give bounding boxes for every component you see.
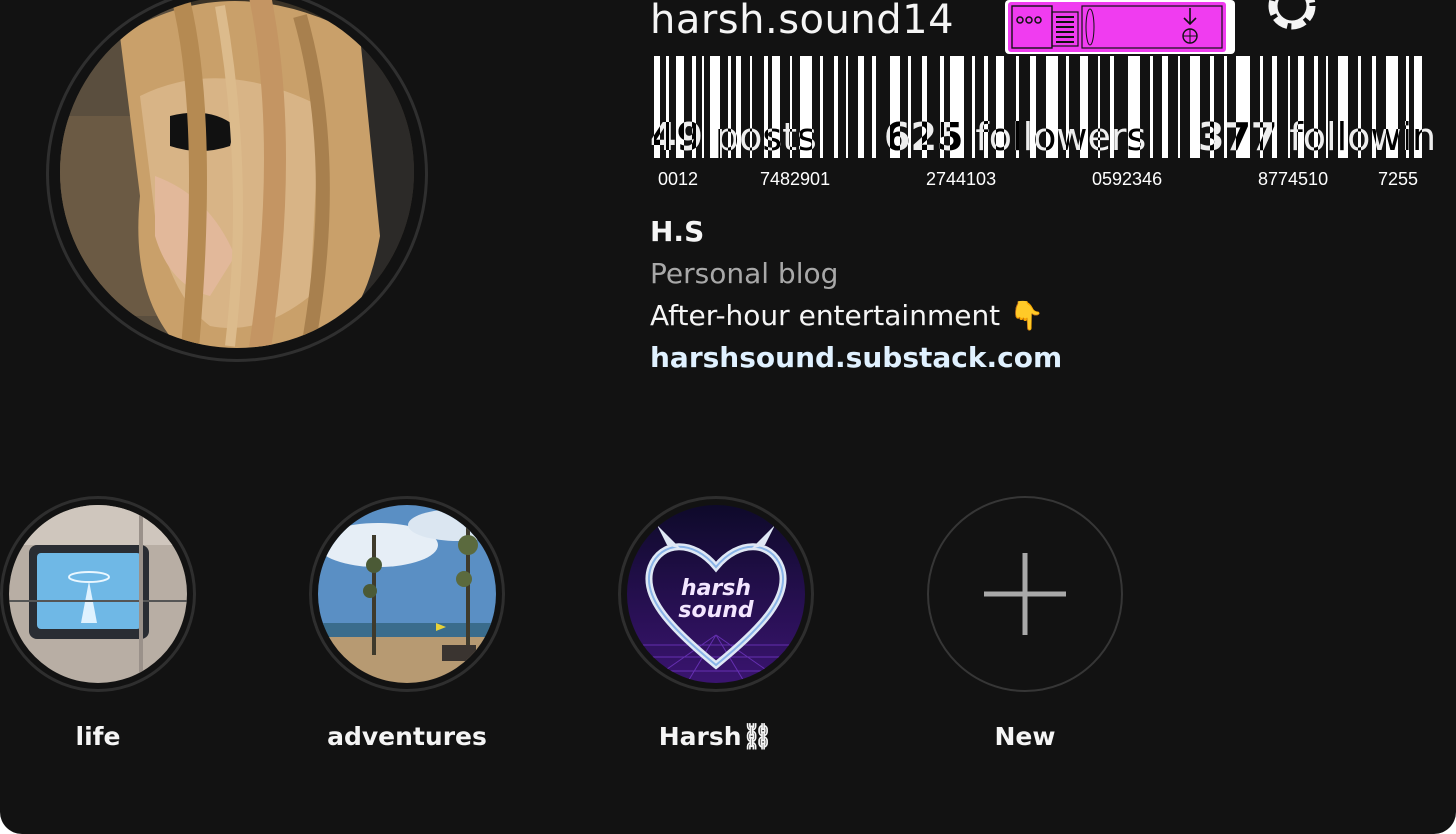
following-count: 377 <box>1198 115 1278 159</box>
barcode-number: 2744103 <box>926 169 997 189</box>
stat-posts[interactable]: 49 posts <box>650 112 817 162</box>
profile-stats: 49 posts 625 followers 377 followin <box>650 112 1436 162</box>
gear-icon[interactable] <box>1264 0 1320 38</box>
barcode-numbers: 0012 7482901 2744103 0592346 8774510 725… <box>650 168 1426 190</box>
highlight-label: Harsh⛓ <box>658 722 774 751</box>
barcode-number: 0012 <box>658 169 699 189</box>
barcode-number: 8774510 <box>1258 169 1329 189</box>
username: harsh.sound14 <box>650 0 955 43</box>
barcode-number: 7255 <box>1378 169 1419 189</box>
highlight-label: New <box>994 722 1056 751</box>
highlight-cover <box>318 505 496 683</box>
followers-count: 625 <box>884 115 964 159</box>
profile-page: harsh.sound14 49 posts 625 followers 377… <box>0 0 1456 834</box>
posts-count: 49 <box>650 115 703 159</box>
full-name: H.S <box>650 215 705 248</box>
avatar-photo <box>60 0 414 348</box>
barcode-sticker-icon <box>1008 2 1226 52</box>
profile-category: Personal blog <box>650 257 839 290</box>
avatar[interactable] <box>60 0 414 348</box>
bio-link[interactable]: harshsound.substack.com <box>650 340 1062 376</box>
stat-followers[interactable]: 625 followers <box>884 112 1146 162</box>
highlight-label: life <box>75 722 121 751</box>
plus-icon <box>984 553 1066 635</box>
highlight-cover: harsh sound <box>627 505 805 683</box>
barcode-number: 7482901 <box>760 169 831 189</box>
followers-label: followers <box>975 115 1147 159</box>
highlight-label: adventures <box>327 722 487 751</box>
harsh-art-text-2: sound <box>678 598 754 623</box>
following-label: followin <box>1289 115 1437 159</box>
bio-text: After-hour entertainment 👇 <box>650 299 1044 332</box>
barcode-number: 0592346 <box>1092 169 1163 189</box>
stat-following[interactable]: 377 followin <box>1198 112 1436 162</box>
posts-label: posts <box>714 115 817 159</box>
highlight-cover <box>9 505 187 683</box>
barcode-sticker <box>1005 0 1235 54</box>
